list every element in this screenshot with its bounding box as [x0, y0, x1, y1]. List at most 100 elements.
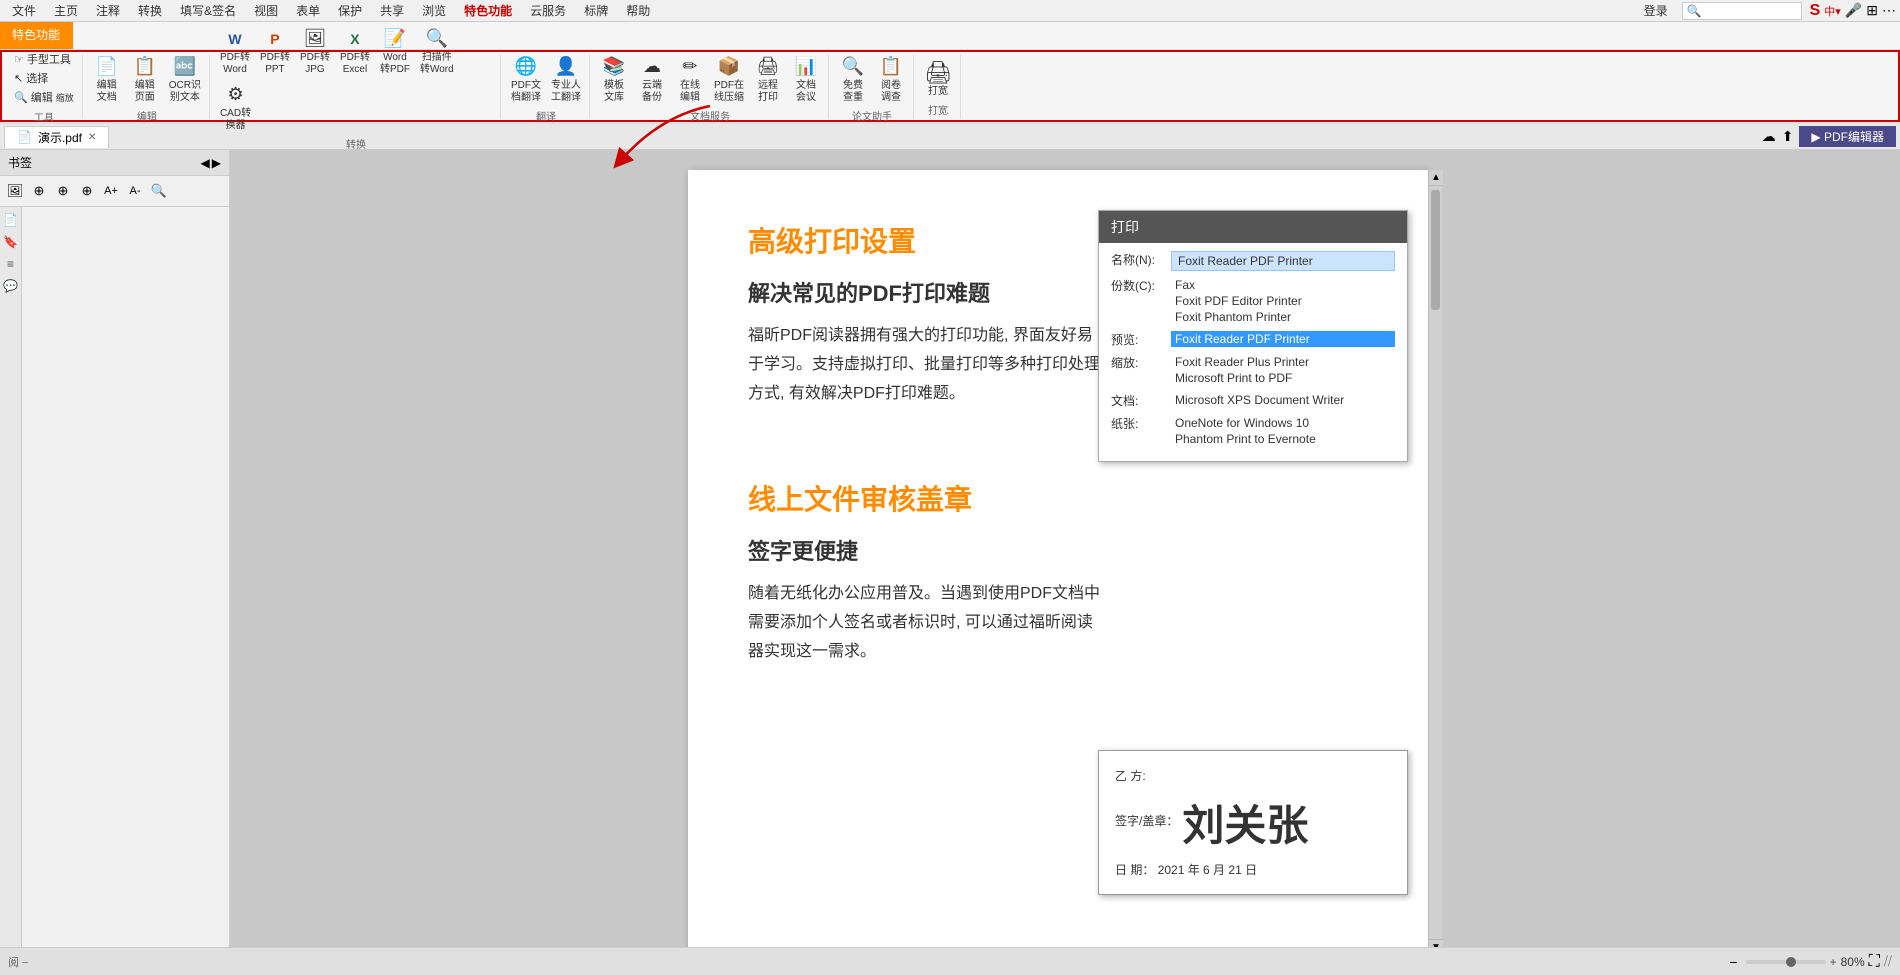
zoom-tool-btn[interactable]: 🔍 编辑 缩放 [10, 88, 78, 106]
printer-foxit-phantom[interactable]: Foxit Phantom Printer [1171, 309, 1395, 325]
hand-tool-btn[interactable]: ☞ 手型工具 [10, 50, 78, 68]
sidebar-tool-add2[interactable]: ⊕ [52, 180, 74, 202]
scan-to-word-btn[interactable]: 🔍 扫描件转Word [416, 24, 458, 78]
bottom-bar: 阅 − − + 80% ⛶ ⧸⧸ [0, 947, 1900, 975]
print-values-doc: Microsoft XPS Document Writer [1171, 392, 1395, 408]
doc-tab-close-btn[interactable]: ✕ [88, 132, 96, 143]
survey-btn[interactable]: 📋 阅卷调查 [873, 52, 909, 106]
printer-fax[interactable]: Fax [1171, 277, 1395, 293]
sidebar-icon-bookmark[interactable]: 🔖 [2, 233, 20, 251]
menu-view[interactable]: 视图 [246, 0, 286, 21]
scrollbar-thumb[interactable] [1431, 190, 1440, 310]
menu-form[interactable]: 表单 [288, 0, 328, 21]
menu-help[interactable]: 帮助 [618, 0, 658, 21]
menu-sign2[interactable]: 标牌 [576, 0, 616, 21]
sidebar-icon-thumb[interactable]: 📄 [2, 211, 20, 229]
word-to-pdf-icon: 📝 [382, 26, 408, 52]
scrollbar[interactable]: ▲ ▼ [1428, 170, 1442, 955]
printer-foxit-reader-highlight[interactable]: Foxit Reader PDF Printer [1171, 251, 1395, 271]
online-edit-btn[interactable]: ✏ 在线编辑 [672, 52, 708, 106]
select-tool-btn[interactable]: ↖ 选择 [10, 69, 78, 87]
printer-xps[interactable]: Microsoft XPS Document Writer [1171, 392, 1395, 408]
sidebar-next-btn[interactable]: ▶ [212, 156, 221, 170]
edit-doc-btn[interactable]: 📄 编辑文档 [89, 52, 125, 106]
zoom-out-btn[interactable]: − [1725, 954, 1741, 970]
search-bar[interactable]: 🔍 [1682, 2, 1802, 20]
scroll-up-btn[interactable]: ▲ [1429, 170, 1443, 186]
print-wide-label: 打宽 [928, 86, 948, 98]
cad-converter-btn[interactable]: ⚙ CAD转换器 [216, 80, 255, 134]
pdf-compress-icon: 📦 [716, 54, 742, 80]
fullscreen-btn[interactable]: ⛶ [1869, 953, 1880, 971]
sidebar-tool-font-large[interactable]: A+ [100, 180, 122, 202]
menu-file[interactable]: 文件 [4, 0, 44, 21]
doc-meeting-btn[interactable]: 📊 文档会议 [788, 52, 824, 106]
select-tool-label: 选择 [26, 70, 48, 86]
cloud-backup-icon: ☁ [639, 54, 665, 80]
sidebar-tool-add1[interactable]: ⊕ [28, 180, 50, 202]
pdf-to-ppt-label: PDF转PPT [260, 52, 290, 76]
pdf-to-word-btn[interactable]: W PDF转Word [216, 24, 254, 78]
menu-cloud[interactable]: 云服务 [522, 0, 574, 21]
pro-translate-btn[interactable]: 👤 专业人工翻译 [547, 52, 585, 106]
menu-share[interactable]: 共享 [372, 0, 412, 21]
print-label-name: 名称(N): [1111, 251, 1171, 268]
cloud-backup-btn[interactable]: ☁ 云端备份 [634, 52, 670, 106]
pdf-to-ppt-btn[interactable]: P PDF转PPT [256, 24, 294, 78]
sidebar-prev-btn[interactable]: ◀ [201, 156, 210, 170]
remote-print-btn[interactable]: 🖨 远程打印 [750, 52, 786, 106]
print-wide-btn[interactable]: 🖨 打宽 [920, 58, 956, 100]
sidebar-tool-font-small[interactable]: A- [124, 180, 146, 202]
signature-party-label: 乙 方: [1115, 767, 1308, 784]
hand-icon: ☞ [14, 53, 24, 66]
zoom-slider[interactable] [1746, 960, 1826, 964]
sidebar-body: 📄 🔖 ≡ 💬 [0, 207, 229, 975]
pdf-compress-btn[interactable]: 📦 PDF在线压缩 [710, 52, 748, 106]
free-check-icon: 🔍 [840, 54, 866, 80]
pdf-to-jpg-btn[interactable]: 🖼 PDF转JPG [296, 24, 334, 78]
ribbon-tab-special[interactable]: 特色功能 [0, 22, 73, 49]
paper-assistant-label: 论文助手 [852, 108, 892, 123]
content-area: 高级打印设置 解决常见的PDF打印难题 福昕PDF阅读器拥有强大的打印功能, 界… [230, 150, 1900, 975]
print-values-paper: OneNote for Windows 10 Phantom Print to … [1171, 415, 1395, 447]
pdf-to-excel-btn[interactable]: X PDF转Excel [336, 24, 374, 78]
grid-icon[interactable]: ⊞ [1866, 2, 1878, 19]
login-button[interactable]: 登录 [1638, 0, 1674, 21]
pdf-editor-button[interactable]: ▶ PDF编辑器 [1799, 126, 1896, 147]
printer-foxit-reader-selected[interactable]: Foxit Reader PDF Printer [1171, 331, 1395, 347]
pdf-page: 高级打印设置 解决常见的PDF打印难题 福昕PDF阅读器拥有强大的打印功能, 界… [688, 170, 1428, 955]
template-lib-btn[interactable]: 📚 模板文库 [596, 52, 632, 106]
printer-foxit-editor[interactable]: Foxit PDF Editor Printer [1171, 293, 1395, 309]
free-check-btn[interactable]: 🔍 免费查重 [835, 52, 871, 106]
menu-home[interactable]: 主页 [46, 0, 86, 21]
section2-title: 线上文件审核盖章 [748, 478, 1368, 518]
active-doc-tab[interactable]: 📄 演示.pdf ✕ [4, 126, 109, 148]
sidebar-tool-add3[interactable]: ⊕ [76, 180, 98, 202]
cloud-icon: ☁ [1762, 128, 1776, 145]
ocr-btn[interactable]: 🔤 OCR识别文本 [165, 52, 205, 106]
sidebar-icon-layers[interactable]: ≡ [2, 255, 20, 273]
edit-page-label: 编辑页面 [135, 80, 155, 104]
printer-ms-print[interactable]: Microsoft Print to PDF [1171, 370, 1395, 386]
dots-icon[interactable]: ⋯ [1882, 2, 1896, 19]
edit-page-btn[interactable]: 📋 编辑页面 [127, 52, 163, 106]
pdf-translate-btn[interactable]: 🌐 PDF文档翻译 [507, 52, 545, 106]
mic-icon[interactable]: 🎤 [1845, 2, 1862, 19]
menu-sign[interactable]: 填写&签名 [172, 0, 244, 21]
menu-browse[interactable]: 浏览 [414, 0, 454, 21]
menu-protect[interactable]: 保护 [330, 0, 370, 21]
convert-group-label: 转换 [346, 136, 366, 151]
sidebar-icon-comment[interactable]: 💬 [2, 277, 20, 295]
printer-evernote[interactable]: Phantom Print to Evernote [1171, 431, 1395, 447]
sidebar-tool-image[interactable]: 🖼 [4, 180, 26, 202]
menu-special[interactable]: 特色功能 [456, 0, 520, 21]
tools-group: ☞ 手型工具 ↖ 选择 🔍 编辑 缩放 工具 [6, 55, 83, 119]
menu-convert[interactable]: 转换 [130, 0, 170, 21]
sidebar-tool-search[interactable]: 🔍 [148, 180, 170, 202]
word-to-pdf-btn[interactable]: 📝 Word转PDF [376, 24, 414, 78]
pdf-to-jpg-label: PDF转JPG [300, 52, 330, 76]
printer-onenote[interactable]: OneNote for Windows 10 [1171, 415, 1395, 431]
menu-comment[interactable]: 注释 [88, 0, 128, 21]
pdf-translate-label: PDF文档翻译 [511, 80, 541, 104]
printer-foxit-plus[interactable]: Foxit Reader Plus Printer [1171, 354, 1395, 370]
